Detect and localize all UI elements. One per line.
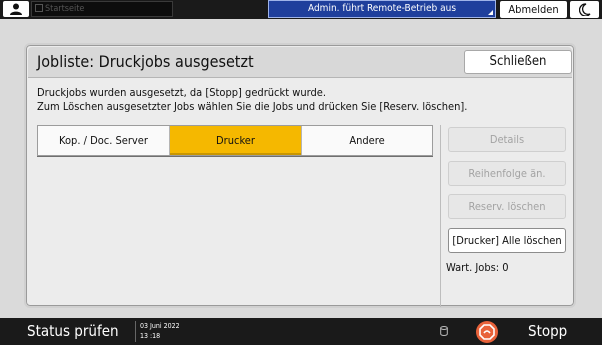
remote-operation-indicator[interactable]: Admin. führt Remote-Betrieb aus [268, 0, 496, 18]
message-line-1: Druckjobs wurden ausgesetzt, da [Stopp] … [37, 86, 326, 99]
user-icon [10, 3, 22, 15]
panel-divider [440, 125, 441, 307]
dialog-message: Druckjobs wurden ausgesetzt, da [Stopp] … [37, 86, 567, 114]
close-button[interactable]: Schließen [464, 50, 572, 74]
dialog-header: Jobliste: Druckjobs ausgesetzt Schließen [28, 47, 572, 78]
waiting-jobs: Wart. Jobs: 0 [446, 261, 509, 274]
date-time: 03 Juni 2022 13 :18 [140, 321, 180, 341]
home-label: Startseite [45, 4, 85, 14]
stop-icon [479, 324, 495, 340]
home-mini-icon [35, 4, 43, 12]
delete-reserved-button[interactable]: Reserv. löschen [448, 194, 566, 219]
waiting-jobs-label: Wart. Jobs: [446, 261, 500, 274]
logout-button[interactable]: Abmelden [500, 1, 567, 18]
date-text: 03 Juni 2022 [140, 322, 180, 330]
status-separator [135, 321, 136, 342]
selected-tab-indicator [170, 153, 301, 155]
database-icon [440, 326, 448, 336]
stop-label[interactable]: Stopp [528, 321, 567, 341]
time-text: 13 :18 [140, 332, 161, 340]
top-bar: Startseite Admin. führt Remote-Betrieb a… [0, 0, 602, 19]
stop-button[interactable] [476, 321, 498, 343]
expand-corner-icon [488, 10, 493, 15]
home-field: Startseite [31, 1, 173, 17]
change-order-button[interactable]: Reihenfolge än. [448, 161, 566, 186]
job-type-tabs: Kop. / Doc. Server Drucker Andere [37, 125, 433, 156]
tab-printer[interactable]: Drucker [170, 126, 301, 155]
job-list-dialog: Jobliste: Druckjobs ausgesetzt Schließen… [24, 43, 576, 308]
check-status-button[interactable]: Status prüfen [27, 321, 119, 341]
details-button[interactable]: Details [448, 127, 566, 152]
energy-saver-button[interactable] [570, 1, 599, 18]
waiting-jobs-count: 0 [502, 261, 509, 274]
moon-icon [579, 3, 591, 16]
status-bar: Status prüfen 03 Juni 2022 13 :18 Stopp [0, 318, 602, 345]
job-list-divider [37, 156, 433, 157]
tab-other[interactable]: Andere [301, 126, 432, 155]
dialog-title: Jobliste: Druckjobs ausgesetzt [37, 52, 254, 71]
remote-status-text: Admin. führt Remote-Betrieb aus [307, 3, 457, 14]
delete-all-printer-jobs-button[interactable]: [Drucker] Alle löschen [448, 228, 566, 253]
message-line-2: Zum Löschen ausgesetzter Jobs wählen Sie… [37, 100, 468, 113]
tab-copier-doc-server[interactable]: Kop. / Doc. Server [38, 126, 170, 155]
user-button[interactable] [3, 1, 29, 17]
